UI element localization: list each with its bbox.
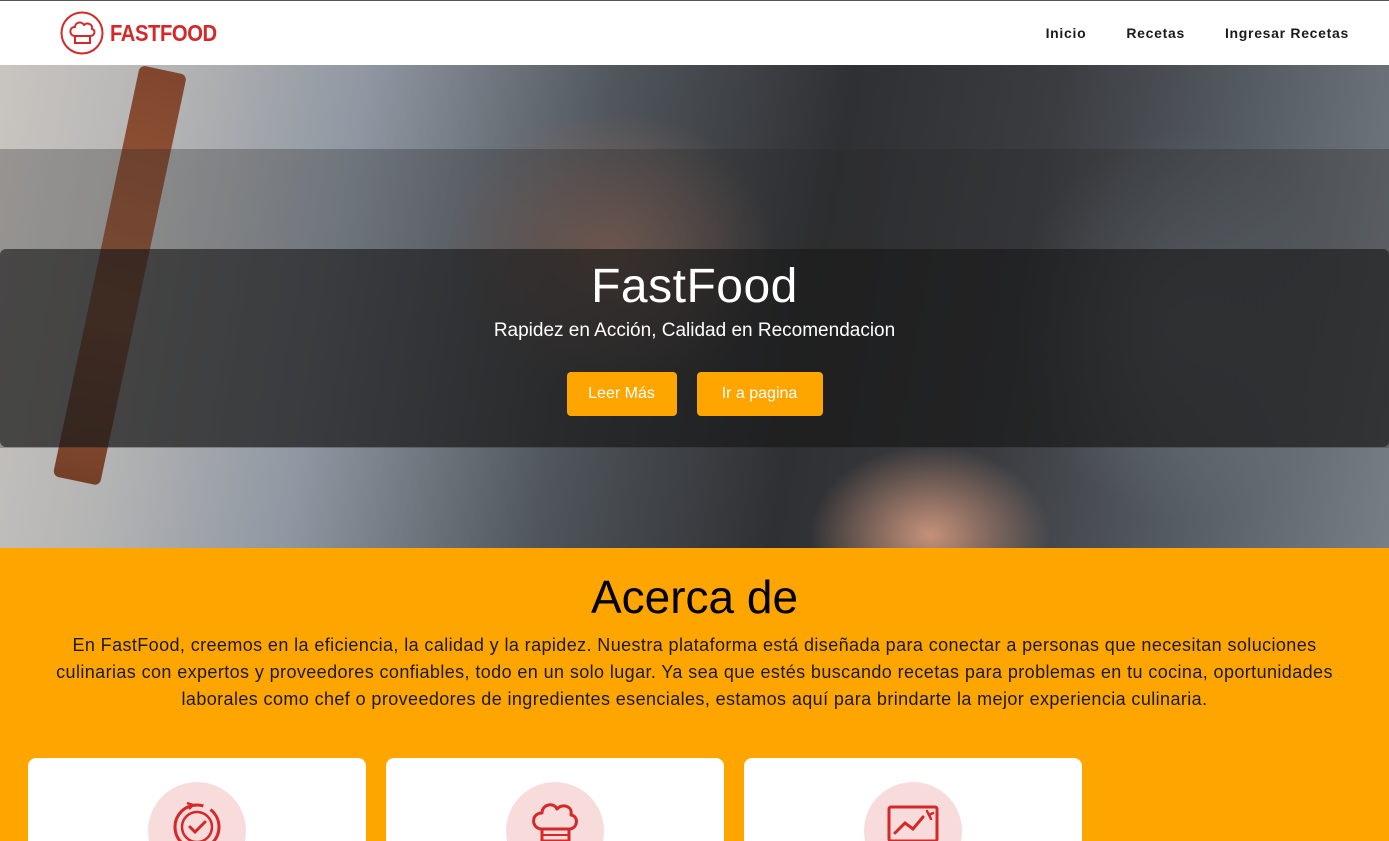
feature-cards	[28, 758, 1082, 841]
hero-section: FastFood Rapidez en Acción, Calidad en R…	[0, 65, 1389, 548]
card-icon-circle	[148, 782, 246, 841]
nav-links: Inicio Recetas Ingresar Recetas	[1046, 25, 1349, 41]
navbar: FASTFOOD Inicio Recetas Ingresar Recetas	[0, 0, 1389, 65]
card-icon-circle	[506, 782, 604, 841]
about-text: En FastFood, creemos en la eficiencia, l…	[56, 635, 1333, 709]
feature-card-analytics[interactable]	[744, 758, 1082, 841]
about-section: Acerca de En FastFood, creemos en la efi…	[0, 548, 1389, 841]
chef-hat-icon	[532, 803, 578, 841]
brand[interactable]: FASTFOOD	[60, 11, 231, 55]
clock-check-icon	[173, 801, 221, 841]
hero-title: FastFood	[591, 260, 798, 313]
feature-card-speed[interactable]	[28, 758, 366, 841]
brand-name: FASTFOOD	[110, 19, 217, 46]
nav-item-inicio[interactable]: Inicio	[1046, 25, 1087, 41]
hero-buttons: Leer Más Ir a pagina	[0, 372, 1389, 416]
feature-card-chef[interactable]	[386, 758, 724, 841]
chef-hat-logo-icon	[60, 11, 104, 55]
go-to-page-button[interactable]: Ir a pagina	[696, 372, 823, 416]
nav-item-recetas[interactable]: Recetas	[1126, 25, 1185, 41]
hero-caption-panel: FastFood Rapidez en Acción, Calidad en R…	[0, 249, 1389, 447]
chart-screen-icon	[887, 805, 939, 841]
about-title: Acerca de	[590, 571, 799, 623]
read-more-button[interactable]: Leer Más	[566, 372, 677, 416]
card-icon-circle	[864, 782, 962, 841]
nav-item-ingresar-recetas[interactable]: Ingresar Recetas	[1225, 25, 1349, 41]
hero-subtitle: Rapidez en Acción, Calidad en Recomendac…	[493, 320, 896, 341]
